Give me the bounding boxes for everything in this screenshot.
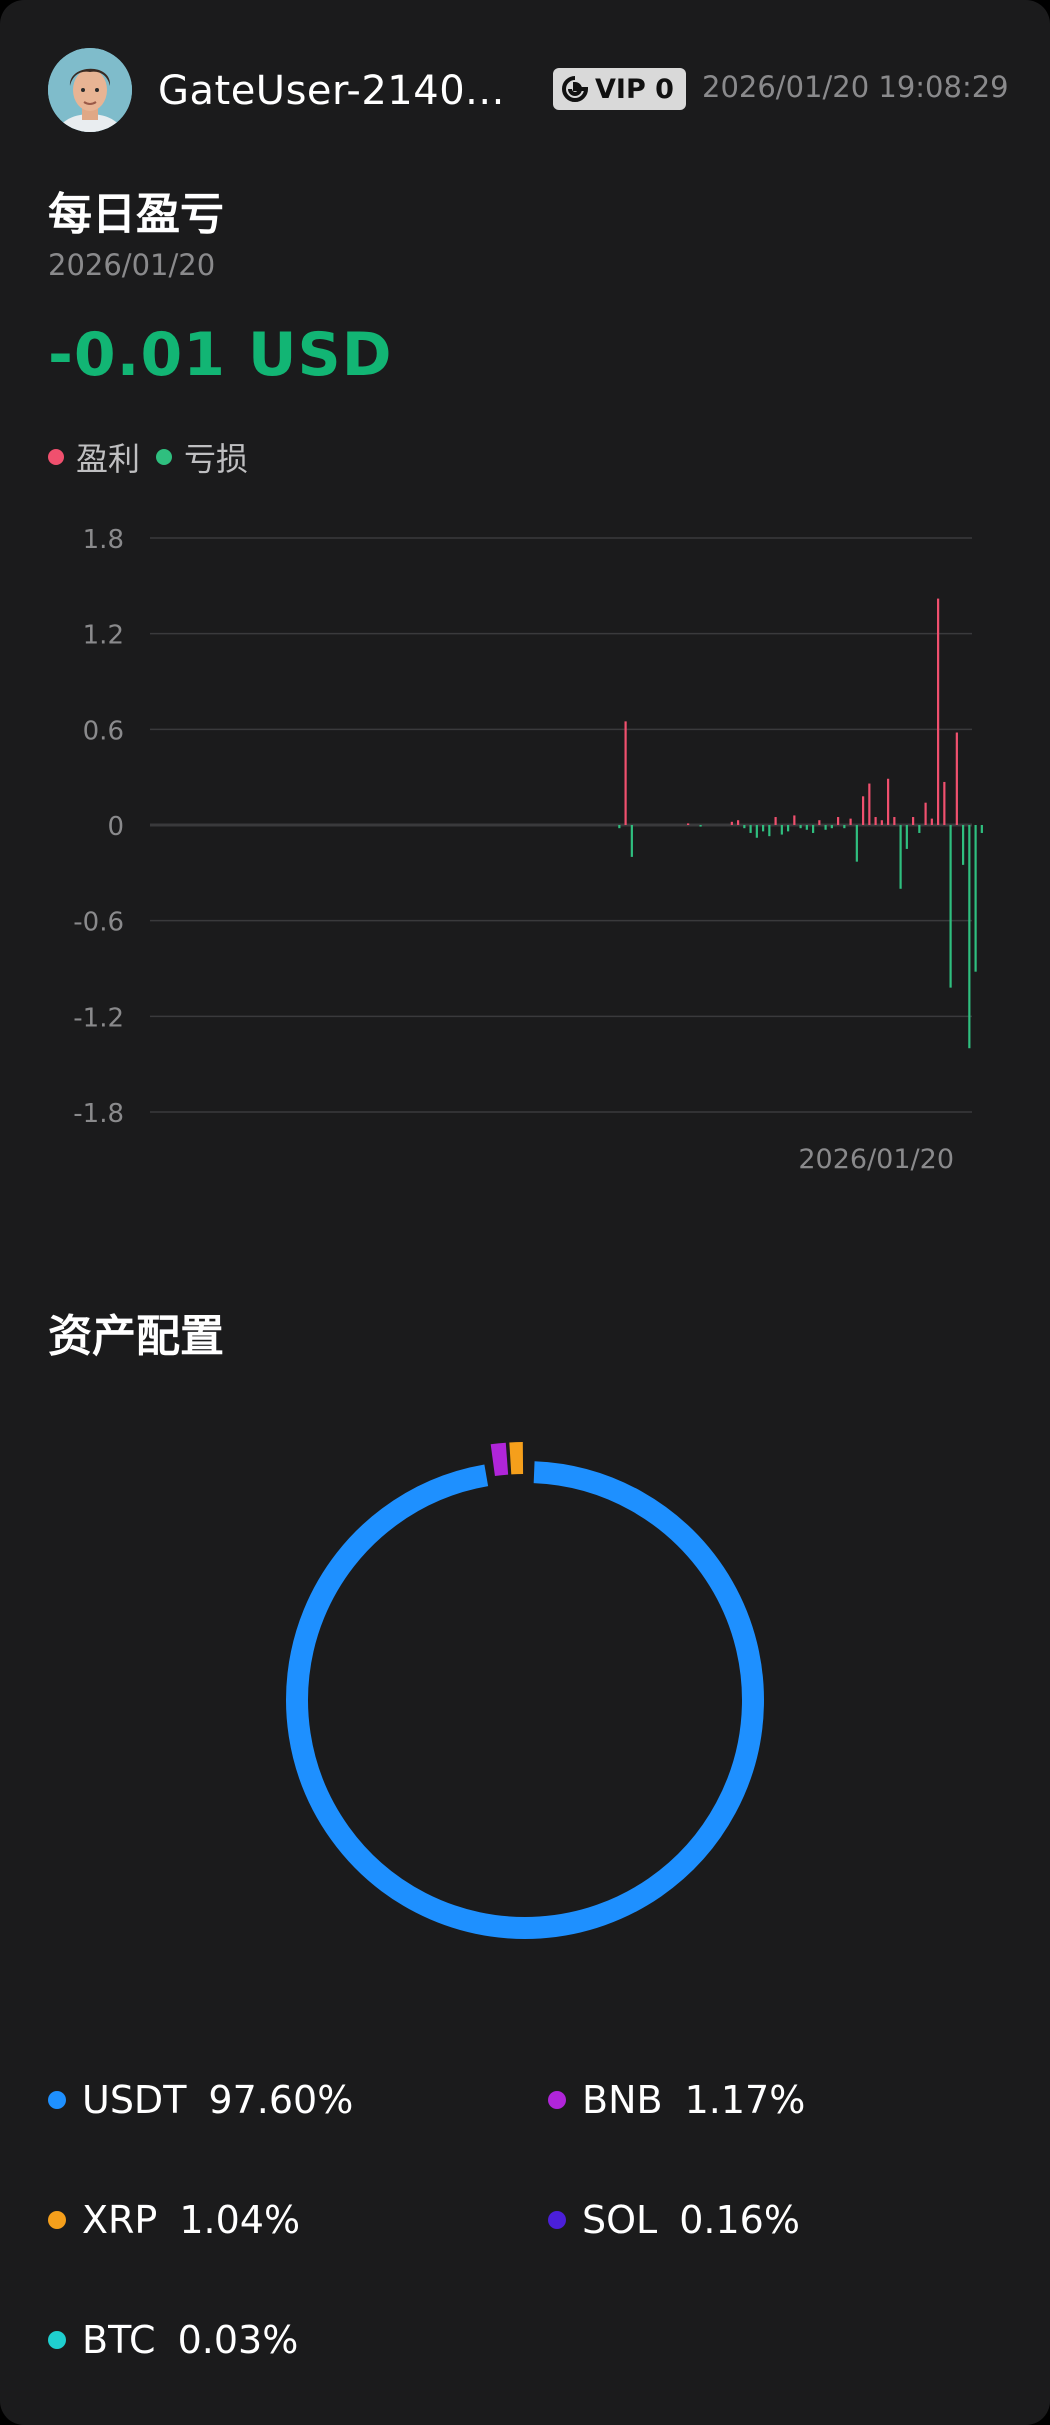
allocation-pct: 1.17% xyxy=(684,2078,806,2122)
loss-bar xyxy=(980,825,983,833)
vip-badge: VIP 0 xyxy=(553,68,686,110)
bnb-dot-icon xyxy=(548,2091,566,2109)
chart-legend: 盈利 亏损 xyxy=(48,434,264,480)
donut-slice-bnb xyxy=(490,1442,509,1477)
loss-bar xyxy=(787,825,790,832)
avatar-portrait xyxy=(48,48,132,132)
loss-bar xyxy=(805,825,808,830)
allocation-title: 资产配置 xyxy=(48,1311,224,1362)
legend-loss: 亏损 xyxy=(156,434,248,480)
pnl-bar-chart: 1.8 1.2 0.6 0 -0.6 -1.2 -1.8 2026/01/20 xyxy=(73,525,983,1175)
vip-label: VIP 0 xyxy=(595,73,674,105)
daily-pnl-date: 2026/01/20 xyxy=(48,248,216,282)
usdt-dot-icon xyxy=(48,2091,66,2109)
profit-bar xyxy=(893,817,896,825)
allocation-pct: 0.16% xyxy=(679,2198,800,2242)
loss-bar xyxy=(905,825,908,849)
profit-bar xyxy=(955,732,958,825)
y-tick-label: 0.6 xyxy=(83,716,124,746)
donut-slice-usdt xyxy=(286,1461,764,1939)
profit-bar xyxy=(774,817,777,825)
loss-bar xyxy=(962,825,965,865)
loss-bar xyxy=(812,825,815,833)
avatar xyxy=(48,48,132,132)
profit-bar xyxy=(912,817,915,825)
allocation-name: SOL xyxy=(582,2198,658,2242)
profit-bar xyxy=(818,820,821,825)
btc-dot-icon xyxy=(48,2331,66,2349)
loss-bar xyxy=(918,825,921,833)
loss-bar xyxy=(780,825,783,835)
loss-bar xyxy=(899,825,902,889)
y-tick-label: 1.8 xyxy=(83,525,124,555)
loss-bar xyxy=(968,825,971,1049)
loss-bar xyxy=(830,825,833,829)
profit-bar xyxy=(874,817,877,825)
allocation-pct: 1.04% xyxy=(179,2198,301,2242)
loss-bar xyxy=(843,825,846,829)
profit-bar xyxy=(737,820,740,825)
y-tick-label: -0.6 xyxy=(73,908,124,938)
y-tick-label: 1.2 xyxy=(83,621,124,651)
profit-bar xyxy=(837,817,840,825)
allocation-pct: 0.03% xyxy=(177,2318,299,2362)
profit-bar xyxy=(849,818,852,825)
loss-bar xyxy=(749,825,752,833)
legend-profit: 盈利 xyxy=(48,434,140,480)
profit-bar xyxy=(937,598,940,825)
loss-bar xyxy=(768,825,771,837)
daily-pnl-value: -0.01 USD xyxy=(48,320,393,390)
xrp-dot-icon xyxy=(48,2211,66,2229)
profit-bar xyxy=(687,823,690,825)
allocation-pct: 97.60% xyxy=(208,2078,354,2122)
daily-pnl-title: 每日盈亏 xyxy=(48,189,224,240)
y-tick-label: -1.2 xyxy=(73,1003,124,1033)
profit-bar xyxy=(943,781,946,825)
profit-bar xyxy=(924,802,927,825)
loss-bar xyxy=(949,825,952,988)
loss-bar xyxy=(755,825,758,838)
profit-dot-icon xyxy=(48,449,64,465)
allocation-item-btc: BTC 0.03% xyxy=(48,2318,298,2362)
username: GateUser-2140... xyxy=(158,68,505,114)
allocation-item-usdt: USDT 97.60% xyxy=(48,2078,353,2122)
allocation-item-bnb: BNB 1.17% xyxy=(548,2078,805,2122)
profit-bar xyxy=(880,820,883,825)
loss-bar xyxy=(855,825,858,862)
loss-bar xyxy=(824,825,827,830)
allocation-name: USDT xyxy=(82,2078,187,2122)
pnl-share-card: GateUser-2140... VIP 0 2026/01/20 19:08:… xyxy=(0,0,1050,2425)
sol-dot-icon xyxy=(548,2211,566,2229)
x-tick-label: 2026/01/20 xyxy=(798,1144,954,1175)
loss-bar xyxy=(974,825,977,972)
profit-bar xyxy=(624,721,627,825)
allocation-donut-chart xyxy=(286,1442,764,1939)
loss-bar xyxy=(799,825,802,829)
loss-bar xyxy=(618,825,621,829)
allocation-item-sol: SOL 0.16% xyxy=(548,2198,800,2242)
y-tick-label: 0 xyxy=(107,812,124,842)
y-tick-label: -1.8 xyxy=(73,1099,124,1129)
allocation-name: XRP xyxy=(82,2198,158,2242)
loss-dot-icon xyxy=(156,449,173,465)
allocation-name: BNB xyxy=(582,2078,663,2122)
profit-bar xyxy=(887,778,890,825)
loss-bar xyxy=(699,825,702,827)
profit-bar xyxy=(793,815,796,825)
gate-logo-icon xyxy=(562,76,589,102)
profit-bar xyxy=(730,821,733,825)
timestamp: 2026/01/20 19:08:29 xyxy=(702,70,1009,104)
profit-bar xyxy=(862,796,865,825)
allocation-name: BTC xyxy=(82,2318,156,2362)
legend-loss-label: 亏损 xyxy=(184,440,249,478)
header: GateUser-2140... VIP 0 2026/01/20 19:08:… xyxy=(48,48,1009,134)
legend-profit-label: 盈利 xyxy=(76,440,141,478)
loss-bar xyxy=(630,825,633,857)
profit-bar xyxy=(930,818,933,825)
loss-bar xyxy=(762,825,765,832)
allocation-item-xrp: XRP 1.04% xyxy=(48,2198,300,2242)
profit-bar xyxy=(868,783,871,825)
loss-bar xyxy=(743,825,746,829)
